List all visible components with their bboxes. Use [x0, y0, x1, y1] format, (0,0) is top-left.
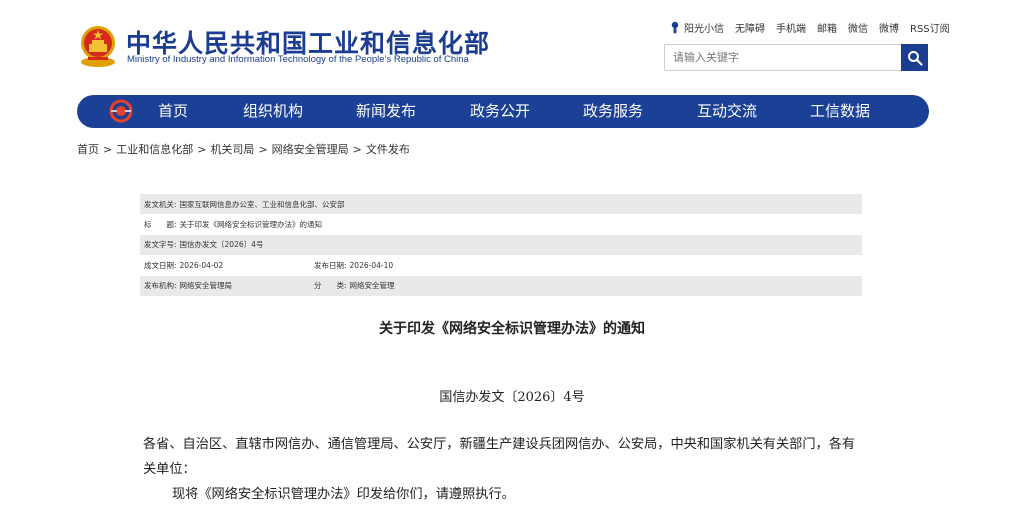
link-wechat[interactable]: 微信 [848, 20, 868, 35]
document-title: 关于印发《网络安全标识管理办法》的通知 [379, 321, 645, 337]
link-weibo[interactable]: 微博 [879, 20, 899, 35]
search-icon [907, 50, 923, 66]
nav-item-organization[interactable]: 组织机构 [243, 95, 303, 128]
meta-value-title: 关于印发《网络安全标识管理办法》的通知 [179, 220, 323, 230]
site-header: 中华人民共和国工业和信息化部 Ministry of Industry and … [0, 0, 1024, 90]
breadcrumb-separator: > [103, 142, 113, 156]
meta-value-org: 网络安全管理局 [179, 281, 233, 291]
link-sunshine[interactable]: 阳光小信 [684, 20, 724, 35]
document-metadata: 发文机关: 国家互联网信息办公室、工业和信息化部、公安部 标 题: 关于印发《网… [140, 194, 862, 296]
nav-item-data[interactable]: 工信数据 [810, 95, 870, 128]
search-box [664, 44, 928, 71]
meta-label: 成文日期: [144, 260, 177, 270]
national-emblem-icon [81, 26, 115, 67]
nav-item-home[interactable]: 首页 [158, 95, 188, 128]
meta-label: 发文字号: [144, 240, 177, 250]
nav-item-gov-affairs[interactable]: 政务公开 [470, 95, 530, 128]
breadcrumb: 首页 > 工业和信息化部 > 机关司局 > 网络安全管理局 > 文件发布 [77, 141, 410, 157]
meta-label: 发布日期: [314, 260, 347, 270]
document-recipients: 各省、自治区、直辖市网信办、通信管理局、公安厅，新疆生产建设兵团网信办、公安局，… [143, 437, 856, 477]
breadcrumb-ministry[interactable]: 工业和信息化部 [116, 141, 193, 157]
meta-label: 分 类: [314, 281, 347, 291]
link-mail[interactable]: 邮箱 [817, 20, 837, 35]
document-number: 国信办发文〔2026〕4号 [439, 390, 585, 405]
meta-row-docno: 发文字号: 国信办发文〔2026〕4号 [140, 234, 862, 256]
breadcrumb-separator: > [258, 142, 268, 156]
meta-label: 发文机关: [144, 199, 177, 209]
sunshine-icon [671, 21, 679, 34]
meta-value-date: 2026-04-02 [179, 260, 224, 270]
meta-label: 发布机构: [144, 281, 177, 291]
nav-item-interaction[interactable]: 互动交流 [697, 95, 757, 128]
breadcrumb-cybersecurity-bureau[interactable]: 网络安全管理局 [272, 141, 349, 157]
meta-row-issuer: 发文机关: 国家互联网信息办公室、工业和信息化部、公安部 [140, 194, 862, 215]
meta-row-title: 标 题: 关于印发《网络安全标识管理办法》的通知 [140, 214, 862, 234]
top-links: 阳光小信 无障碍 手机端 邮箱 微信 微博 RSS订阅 [668, 18, 950, 36]
nav-item-news[interactable]: 新闻发布 [356, 95, 416, 128]
document-body-paragraph: 现将《网络安全标识管理办法》印发给你们，请遵照执行。 [172, 487, 515, 502]
link-mobile[interactable]: 手机端 [776, 20, 806, 35]
meta-label: 标 题: [144, 220, 177, 230]
nav-item-gov-services[interactable]: 政务服务 [583, 95, 643, 128]
link-rss[interactable]: RSS订阅 [910, 20, 950, 35]
search-input[interactable] [665, 45, 901, 70]
main-nav: 首页 组织机构 新闻发布 政务公开 政务服务 互动交流 工信数据 [77, 95, 929, 128]
meta-row-org: 发布机构: 网络安全管理局 分 类: 网络安全管理 [140, 275, 862, 296]
site-subtitle: Ministry of Industry and Information Tec… [127, 54, 469, 65]
meta-value-issuer: 国家互联网信息办公室、工业和信息化部、公安部 [179, 199, 345, 209]
breadcrumb-departments[interactable]: 机关司局 [210, 141, 254, 157]
breadcrumb-home[interactable]: 首页 [77, 141, 99, 157]
search-button[interactable] [901, 44, 928, 71]
meta-value-pubdate: 2026-04-10 [349, 260, 394, 270]
meta-value-category: 网络安全管理 [349, 281, 395, 291]
meta-row-dates: 成文日期: 2026-04-02 发布日期: 2026-04-10 [140, 255, 862, 275]
miit-logo-icon[interactable] [109, 99, 133, 123]
link-accessibility[interactable]: 无障碍 [735, 20, 765, 35]
meta-value-docno: 国信办发文〔2026〕4号 [179, 240, 264, 250]
breadcrumb-documents[interactable]: 文件发布 [366, 141, 410, 157]
breadcrumb-separator: > [197, 142, 207, 156]
breadcrumb-separator: > [352, 142, 362, 156]
